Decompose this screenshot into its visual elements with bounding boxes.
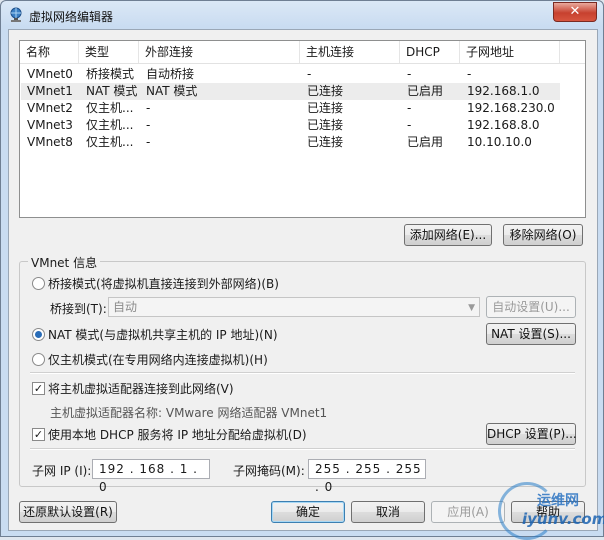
subnet-mask-input[interactable]: 255 . 255 . 255 . 0: [308, 459, 426, 494]
separator-2: [30, 448, 575, 450]
table-row[interactable]: VMnet1 NAT 模式 NAT 模式 已连接 已启用 192.168.1.0: [21, 83, 560, 100]
column-header-host[interactable]: 主机连接: [300, 41, 400, 63]
nat-mode-radio[interactable]: [32, 328, 45, 341]
remove-network-button[interactable]: 移除网络(O): [503, 224, 583, 246]
network-list[interactable]: 名称 类型 外部连接 主机连接 DHCP 子网地址 VMnet0 桥接模式 自动桥接…: [19, 40, 586, 218]
cell-dhcp: -: [407, 101, 412, 115]
cell-host: 已连接: [307, 101, 344, 115]
cell-dhcp: -: [407, 67, 412, 81]
list-header: 名称 类型 外部连接 主机连接 DHCP 子网地址: [20, 41, 585, 64]
host-only-radio[interactable]: [32, 353, 45, 366]
column-header-external[interactable]: 外部连接: [139, 41, 300, 63]
table-row[interactable]: VMnet2 仅主机... - 已连接 -192.168.230.0: [21, 100, 560, 117]
cell-subnet: 192.168.1.0: [467, 84, 540, 98]
cell-external: -: [146, 118, 151, 132]
dialog-client-area: 名称 类型 外部连接 主机连接 DHCP 子网地址 VMnet0 桥接模式 自动桥接…: [8, 29, 598, 531]
vmnet-info-title: VMnet 信息: [28, 254, 101, 271]
title-bar[interactable]: 虚拟网络编辑器 ✕: [1, 1, 603, 29]
watermark-text-1: 运维网: [537, 493, 579, 509]
column-header-subnet[interactable]: 子网地址: [460, 41, 560, 63]
subnet-mask-label: 子网掩码(M):: [233, 464, 305, 478]
window-title: 虚拟网络编辑器: [29, 10, 114, 24]
cell-dhcp: 已启用: [407, 135, 444, 149]
table-row[interactable]: VMnet0 桥接模式 自动桥接 - - -: [21, 66, 560, 83]
cell-host: 已连接: [307, 118, 344, 132]
cell-host: -: [307, 67, 312, 81]
apply-button[interactable]: 应用(A): [431, 501, 505, 523]
cell-type: NAT 模式: [86, 84, 138, 98]
network-globe-icon: [10, 7, 22, 22]
connect-adapter-label[interactable]: 将主机虚拟适配器连接到此网络(V): [48, 380, 234, 397]
add-network-button[interactable]: 添加网络(E)...: [404, 224, 492, 246]
close-button[interactable]: ✕: [553, 2, 597, 22]
chevron-down-icon: ▼: [468, 303, 475, 313]
cell-name: VMnet1: [27, 84, 73, 98]
watermark-text-2: iyunv.com: [522, 510, 604, 528]
cell-name: VMnet3: [27, 118, 73, 132]
table-row[interactable]: VMnet8 仅主机... - 已连接 已启用 10.10.10.0: [21, 134, 560, 151]
cell-subnet: 192.168.8.0: [467, 118, 540, 132]
auto-settings-button[interactable]: 自动设置(U)...: [486, 296, 576, 318]
cell-external: -: [146, 135, 151, 149]
bridge-to-value: 自动: [113, 300, 138, 314]
cell-host: 已连接: [307, 84, 344, 98]
cell-subnet: -: [467, 67, 472, 81]
bridge-to-select[interactable]: 自动 ▼: [108, 297, 480, 317]
dhcp-settings-button[interactable]: DHCP 设置(P)...: [486, 423, 577, 445]
cell-host: 已连接: [307, 135, 344, 149]
column-header-dhcp[interactable]: DHCP: [400, 41, 460, 63]
table-row[interactable]: VMnet3 仅主机... - 已连接 -192.168.8.0: [21, 117, 560, 134]
cell-subnet: 10.10.10.0: [467, 135, 532, 149]
cell-dhcp: -: [407, 118, 412, 132]
restore-defaults-button[interactable]: 还原默认设置(R): [19, 501, 117, 523]
host-only-label[interactable]: 仅主机模式(在专用网络内连接虚拟机)(H): [48, 351, 268, 368]
adapter-name-text: 主机虚拟适配器名称: VMware 网络适配器 VMnet1: [50, 406, 328, 420]
cell-name: VMnet8: [27, 135, 73, 149]
cancel-button[interactable]: 取消: [351, 501, 425, 523]
bridge-mode-radio[interactable]: [32, 277, 45, 290]
connect-adapter-checkbox[interactable]: ✓: [32, 382, 45, 395]
nat-mode-label[interactable]: NAT 模式(与虚拟机共享主机的 IP 地址)(N): [48, 326, 278, 343]
vmnet-info-group: VMnet 信息 桥接模式(将虚拟机直接连接到外部网络)(B) 桥接到(T): …: [19, 254, 586, 494]
cell-external: -: [146, 101, 151, 115]
cell-name: VMnet2: [27, 101, 73, 115]
dhcp-checkbox[interactable]: ✓: [32, 428, 45, 441]
cell-subnet: 192.168.230.0: [467, 101, 555, 115]
cell-dhcp: 已启用: [407, 84, 444, 98]
column-header-type[interactable]: 类型: [79, 41, 139, 63]
cell-external: NAT 模式: [146, 84, 198, 98]
bridge-to-label: 桥接到(T):: [50, 302, 107, 316]
ok-button[interactable]: 确定: [271, 501, 345, 523]
column-header-name[interactable]: 名称: [20, 41, 79, 63]
cell-external: 自动桥接: [146, 67, 195, 81]
subnet-ip-input[interactable]: 192 . 168 . 1 . 0: [92, 459, 210, 494]
cell-type: 桥接模式: [86, 67, 135, 81]
dhcp-label[interactable]: 使用本地 DHCP 服务将 IP 地址分配给虚拟机(D): [48, 426, 307, 443]
cell-type: 仅主机...: [86, 118, 134, 132]
subnet-ip-label: 子网 IP (I):: [32, 464, 92, 478]
bridge-mode-label[interactable]: 桥接模式(将虚拟机直接连接到外部网络)(B): [48, 275, 279, 292]
nat-settings-button[interactable]: NAT 设置(S)...: [486, 323, 576, 345]
cell-name: VMnet0: [27, 67, 73, 81]
separator-1: [30, 372, 575, 374]
cell-type: 仅主机...: [86, 101, 134, 115]
cell-type: 仅主机...: [86, 135, 134, 149]
virtual-network-editor-window: 虚拟网络编辑器 ✕ 名称 类型 外部连接 主机连接 DHCP 子网地址 VMne…: [0, 0, 604, 537]
